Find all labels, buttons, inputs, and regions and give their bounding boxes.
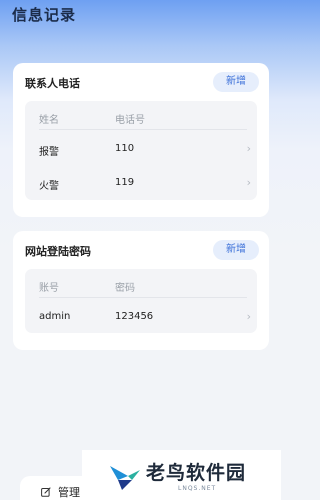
chevron-right-icon: ›: [246, 310, 251, 323]
manage-label: 管理: [58, 486, 80, 499]
contact-phone: 110: [115, 143, 135, 154]
watermark: 老鸟软件园 LNQS.NET: [82, 450, 281, 500]
column-header-name: 姓名: [39, 115, 59, 126]
chevron-right-icon: ›: [246, 142, 251, 155]
column-header-account: 账号: [39, 283, 59, 294]
contacts-title: 联系人电话: [25, 77, 80, 90]
table-row[interactable]: 火警 119 ›: [25, 168, 257, 198]
chevron-right-icon: ›: [246, 176, 251, 189]
account-name: admin: [39, 311, 71, 322]
table-row[interactable]: admin 123456 ›: [25, 302, 257, 332]
bird-logo-icon: [110, 466, 140, 490]
contact-name: 火警: [39, 181, 59, 192]
add-contact-button[interactable]: 新增: [213, 72, 259, 92]
passwords-table: 账号 密码 admin 123456 ›: [25, 269, 257, 333]
contact-phone: 119: [115, 177, 135, 188]
add-password-button[interactable]: 新增: [213, 240, 259, 260]
passwords-title: 网站登陆密码: [25, 245, 91, 258]
contact-name: 报警: [39, 147, 59, 158]
watermark-sub: LNQS.NET: [178, 485, 217, 492]
passwords-table-header: 账号 密码: [25, 269, 257, 299]
edit-icon: [41, 487, 51, 497]
watermark-text: 老鸟软件园: [146, 462, 247, 484]
column-header-phone: 电话号: [115, 115, 145, 126]
contacts-header: 联系人电话 新增: [25, 72, 269, 93]
page-title: 信息记录: [12, 6, 77, 24]
passwords-card: 网站登陆密码 新增 账号 密码 admin 123456 ›: [13, 231, 269, 350]
account-password: 123456: [115, 311, 154, 322]
divider: [39, 129, 247, 130]
table-row[interactable]: 报警 110 ›: [25, 134, 257, 164]
passwords-header: 网站登陆密码 新增: [25, 240, 269, 261]
contacts-table: 姓名 电话号 报警 110 › 火警 119 ›: [25, 101, 257, 200]
contacts-card: 联系人电话 新增 姓名 电话号 报警 110 › 火警 119 ›: [13, 63, 269, 217]
column-header-password: 密码: [115, 283, 135, 294]
divider: [39, 297, 247, 298]
contacts-table-header: 姓名 电话号: [25, 101, 257, 131]
